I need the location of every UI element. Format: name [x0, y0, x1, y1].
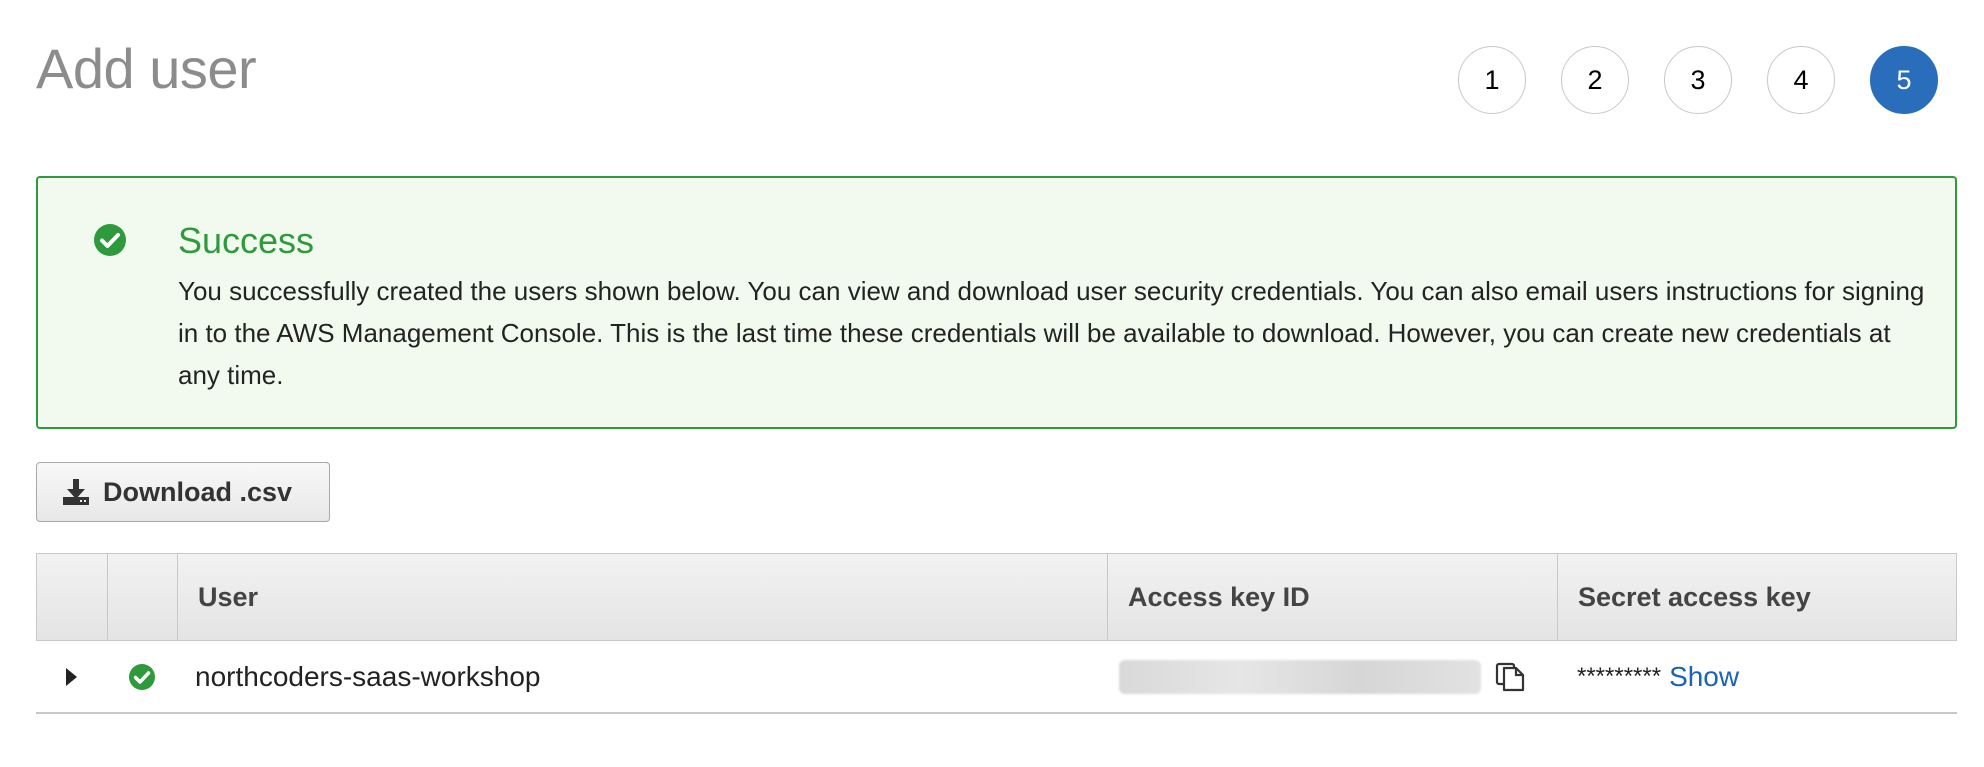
wizard-steps: 1 2 3 4 5 — [1458, 46, 1938, 114]
users-credentials-table: User Access key ID Secret access key nor… — [36, 553, 1957, 714]
step-1[interactable]: 1 — [1458, 46, 1526, 114]
page-title: Add user — [36, 37, 257, 100]
access-key-id-blurred — [1119, 659, 1481, 694]
table-row: northcoders-saas-workshop ********* Show — [36, 641, 1957, 714]
access-key-cell — [1107, 641, 1557, 712]
expand-caret-icon[interactable] — [66, 667, 77, 686]
secret-key-mask: ********* — [1577, 662, 1662, 690]
check-circle-icon — [129, 663, 155, 690]
show-secret-link[interactable]: Show — [1669, 661, 1739, 693]
header-user: User — [178, 554, 1108, 640]
secret-key-cell: ********* Show — [1557, 641, 1957, 712]
header-secret-access-key: Secret access key — [1578, 581, 1811, 612]
user-name: northcoders-saas-workshop — [195, 660, 541, 692]
header-expand-col — [37, 554, 108, 640]
step-5-current: 5 — [1870, 46, 1938, 114]
expand-row-cell — [36, 641, 107, 712]
alert-message: You successfully created the users shown… — [178, 276, 1925, 390]
alert-title: Success — [178, 220, 315, 261]
copy-icon[interactable] — [1493, 660, 1527, 694]
download-csv-label: Download .csv — [103, 476, 293, 507]
step-4[interactable]: 4 — [1767, 46, 1835, 114]
status-cell — [107, 641, 177, 712]
download-csv-button[interactable]: Download .csv — [36, 462, 330, 522]
header-access-key-id: Access key ID — [1108, 554, 1558, 640]
download-icon — [63, 479, 89, 505]
step-3[interactable]: 3 — [1664, 46, 1732, 114]
step-2[interactable]: 2 — [1561, 46, 1629, 114]
check-circle-icon — [94, 224, 126, 256]
success-alert: Success You successfully created the use… — [36, 176, 1957, 429]
header-status-col — [108, 554, 178, 640]
table-header: User Access key ID Secret access key — [36, 553, 1957, 641]
